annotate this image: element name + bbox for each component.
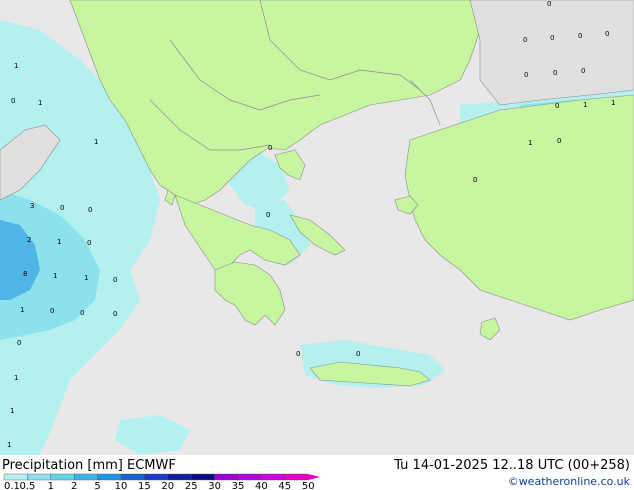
value-label: 1 <box>528 139 532 147</box>
value-label: 0 <box>550 34 554 42</box>
value-label: 1 <box>10 407 14 415</box>
legend-swatch <box>50 473 75 481</box>
value-label: 0 <box>524 71 528 79</box>
legend-label: 45 <box>278 481 291 490</box>
legend-swatch <box>167 473 192 481</box>
value-label: 0 <box>266 211 270 219</box>
legend-swatch <box>120 473 145 481</box>
value-label: 0 <box>578 32 582 40</box>
legend-label: 20 <box>161 481 174 490</box>
value-label: 0 <box>581 67 585 75</box>
legend-label: 0.5 <box>19 481 35 490</box>
value-label: 0 <box>60 204 64 212</box>
value-label: 0 <box>268 144 272 152</box>
legend-label: 25 <box>185 481 198 490</box>
legend-swatch <box>284 473 309 481</box>
value-label: 0 <box>356 350 360 358</box>
legend-swatch <box>144 473 168 481</box>
value-label: 1 <box>20 306 24 314</box>
value-label: 3 <box>30 202 34 210</box>
value-label: 0 <box>553 69 557 77</box>
value-label: 1 <box>583 101 587 109</box>
legend-label: 15 <box>138 481 151 490</box>
legend-label: 10 <box>115 481 128 490</box>
legend-arrow <box>308 474 321 480</box>
value-label: 0 <box>473 176 477 184</box>
value-label: 1 <box>14 374 18 382</box>
value-label: 2 <box>27 236 31 244</box>
value-label: 1 <box>14 62 18 70</box>
land-turkey-north-grey <box>469 0 634 106</box>
legend-swatch <box>73 473 98 481</box>
value-label: 1 <box>57 238 61 246</box>
value-label: 1 <box>7 441 11 449</box>
value-label: 0 <box>113 310 117 318</box>
value-label: 0 <box>17 339 21 347</box>
value-label: 1 <box>94 138 98 146</box>
legend-swatch <box>3 473 28 481</box>
legend-label: 35 <box>232 481 245 490</box>
legend-swatch <box>190 473 215 481</box>
value-label: 1 <box>611 99 615 107</box>
legend-label: 1 <box>48 481 54 490</box>
legend-swatch <box>261 473 285 481</box>
legend-label: 50 <box>302 481 315 490</box>
value-label: 0 <box>113 276 117 284</box>
value-label: 0 <box>555 102 559 110</box>
value-label: 0 <box>80 309 84 317</box>
legend-swatch <box>97 473 122 481</box>
value-label: 0 <box>11 97 15 105</box>
value-label: 0 <box>605 30 609 38</box>
value-label: 0 <box>557 137 561 145</box>
legend-swatch <box>237 473 262 481</box>
value-label: 0 <box>88 206 92 214</box>
legend-swatch <box>214 473 239 481</box>
value-label: 0 <box>87 239 91 247</box>
map-footer: Precipitation [mm] ECMWF Tu 14-01-2025 1… <box>0 455 634 490</box>
legend-swatch <box>27 473 51 481</box>
valid-time: Tu 14-01-2025 12..18 UTC (00+258) <box>394 458 630 473</box>
value-label: 1 <box>38 99 42 107</box>
legend-label: 5 <box>94 481 100 490</box>
credit-link[interactable]: ©weatheronline.co.uk <box>508 475 630 488</box>
legend-label: 40 <box>255 481 268 490</box>
legend-label: 30 <box>208 481 221 490</box>
legend-label: 2 <box>71 481 77 490</box>
legend-label: 0.1 <box>4 481 20 490</box>
map-title: Precipitation [mm] ECMWF <box>2 458 176 473</box>
value-label: 8 <box>23 270 27 278</box>
value-label: 0 <box>547 0 551 8</box>
value-label: 0 <box>50 307 54 315</box>
value-label: 1 <box>84 274 88 282</box>
value-label: 1 <box>53 272 57 280</box>
value-label: 0 <box>523 36 527 44</box>
precipitation-map: 1 0 1 1 3 0 0 2 1 0 8 1 1 0 1 0 0 0 0 1 … <box>0 0 634 455</box>
value-label: 0 <box>296 350 300 358</box>
